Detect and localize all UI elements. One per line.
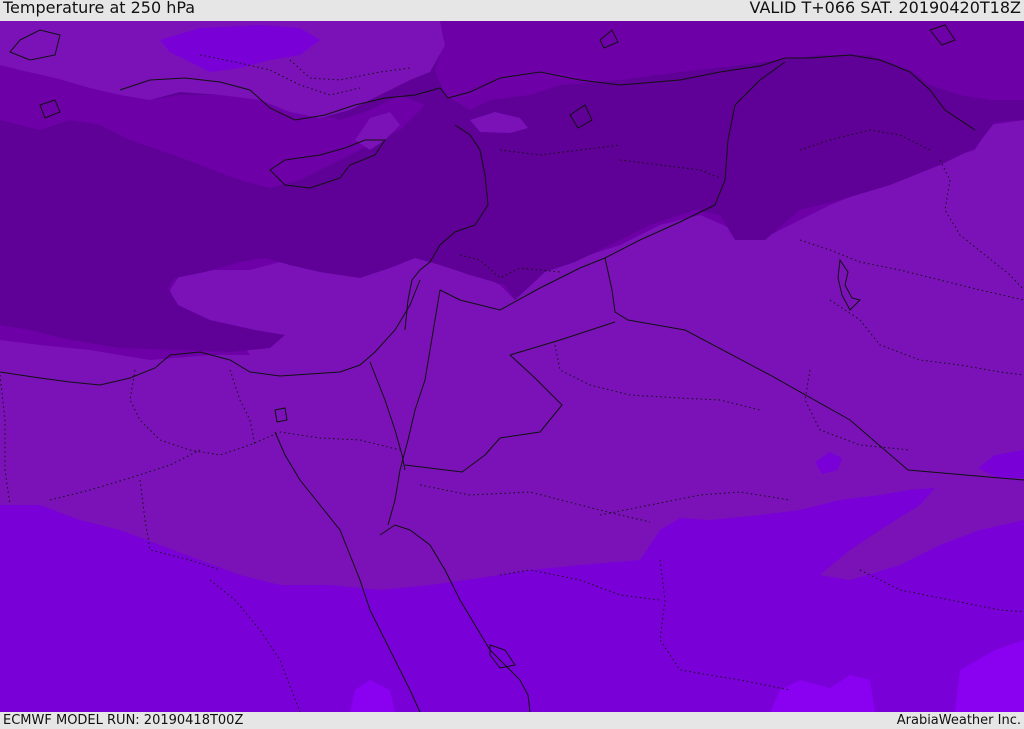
map-footer: ECMWF MODEL RUN: 20190418T00Z ArabiaWeat… xyxy=(0,712,1024,729)
map-canvas xyxy=(0,21,1024,712)
map-header: Temperature at 250 hPa VALID T+066 SAT. … xyxy=(0,0,1024,21)
brand-label: ArabiaWeather Inc. xyxy=(896,713,1021,728)
temperature-map[interactable] xyxy=(0,21,1024,712)
model-run-label: ECMWF MODEL RUN: 20190418T00Z xyxy=(3,713,244,728)
map-title: Temperature at 250 hPa xyxy=(3,0,196,17)
valid-time: VALID T+066 SAT. 20190420T18Z xyxy=(749,0,1021,17)
